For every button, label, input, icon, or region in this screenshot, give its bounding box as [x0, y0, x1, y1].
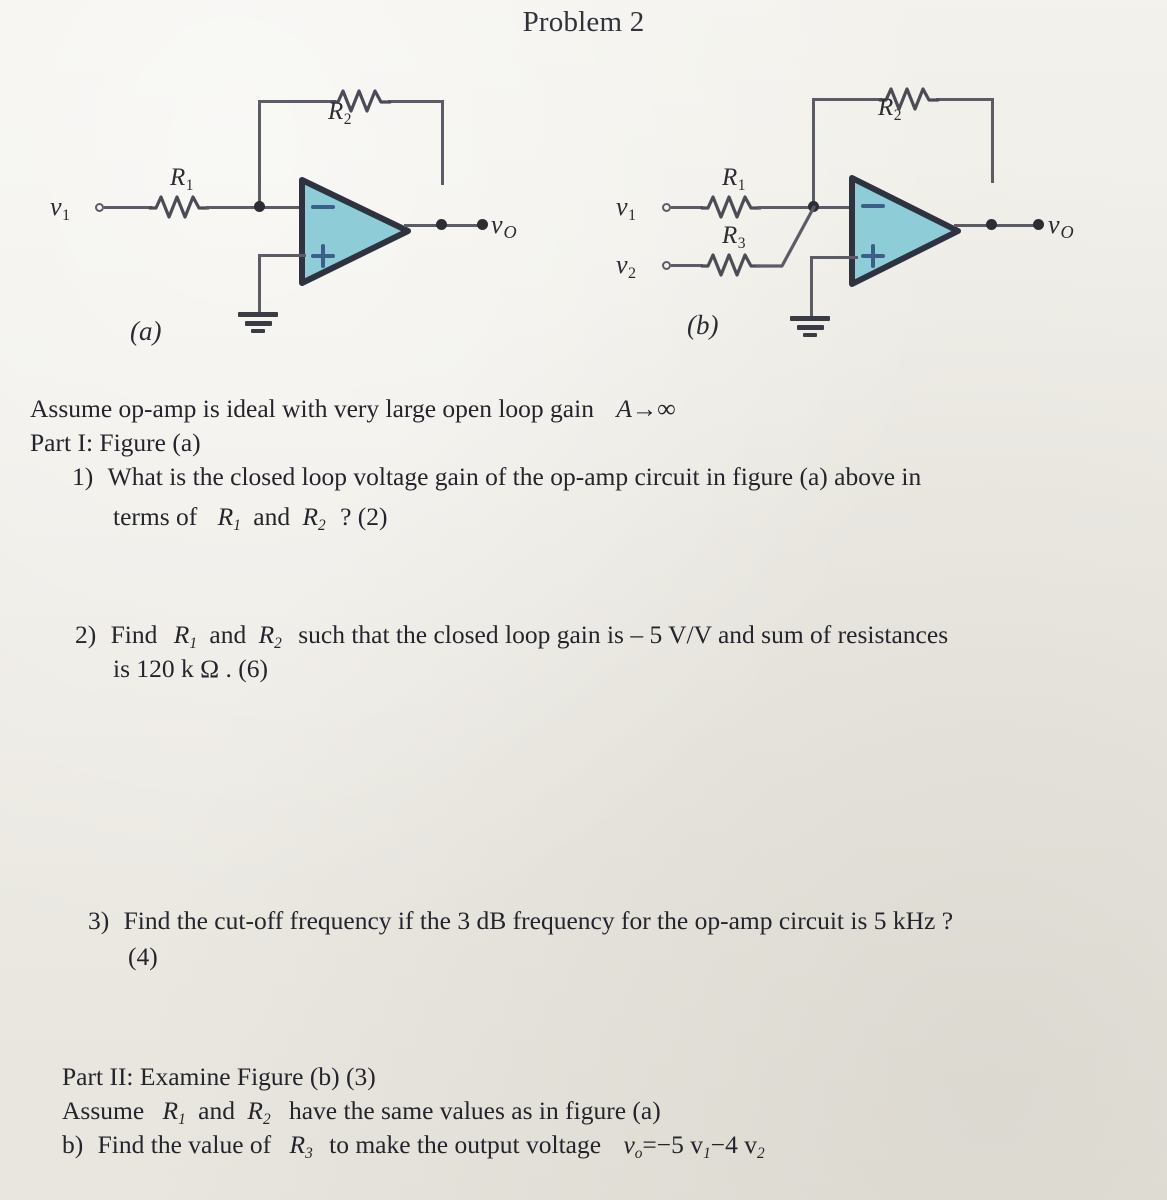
wire-v1-to-r1-b — [671, 206, 703, 209]
text-question-2-line-1: 2) Find R1 and R2 such that the closed l… — [75, 620, 949, 652]
text-assume-opamp-ideal: Assume op-amp is ideal with very large o… — [30, 394, 676, 423]
opamp-symbol-b — [845, 172, 965, 290]
label-vo-output-b: vO — [1048, 210, 1074, 243]
resistor-r3-symbol-b — [700, 253, 762, 277]
terminal-v1-open-circle — [95, 203, 104, 212]
text-question-1-line-2: terms of R1 and R2 ? (2) — [113, 502, 388, 534]
terminal-vo-dot-b — [1033, 219, 1044, 230]
wire-feedback-top-left — [258, 100, 336, 103]
wire-v1-to-r1 — [104, 206, 152, 209]
ground-symbol-b — [790, 316, 830, 341]
heading-part-1: Part I: Figure (a) — [30, 428, 201, 457]
wire-feedback-top-right-b — [936, 98, 994, 101]
label-r2: R2 — [328, 98, 352, 128]
wire-ground-vertical — [258, 254, 261, 314]
text-question-3-line-1: 3) Find the cut-off frequency if the 3 d… — [88, 906, 954, 935]
text-part-2-assume: Assume R1 and R2 have the same values as… — [62, 1096, 661, 1128]
page-title: Problem 2 — [522, 6, 645, 38]
question-2-number: 2) — [75, 620, 97, 649]
wire-feedback-right-vertical — [441, 100, 444, 185]
wire-output-b — [954, 224, 1040, 227]
text-question-3-line-2: (4) — [128, 942, 158, 971]
resistor-r1-symbol — [148, 195, 210, 219]
wire-noninverting-to-ground-h — [258, 254, 306, 257]
label-vo-output-a: vO — [491, 210, 517, 243]
terminal-vo-dot-a — [477, 219, 488, 230]
text-open-loop-gain-limit: A→∞ — [616, 394, 676, 423]
wire-feedback-left-vertical — [258, 100, 261, 202]
heading-part-2: Part II: Examine Figure (b) (3) — [62, 1062, 376, 1091]
wire-feedback-left-vertical-b — [812, 98, 815, 202]
wire-feedback-top-left-b — [812, 98, 882, 101]
figure-b-caption: (b) — [687, 310, 719, 340]
wire-ground-vertical-b — [810, 256, 813, 318]
terminal-v1-open-circle-b — [662, 203, 671, 212]
terminal-v2-open-circle-b — [662, 261, 671, 270]
wire-v2-to-r3-b — [671, 264, 703, 267]
node-output-junction-a — [436, 219, 447, 230]
label-v2-input-b: v2 — [616, 250, 637, 283]
question-1-number: 1) — [72, 462, 94, 491]
label-r1-b: R1 — [722, 164, 746, 194]
text-question-1-line-1: 1) What is the closed loop voltage gain … — [72, 462, 922, 491]
ground-symbol-a — [238, 312, 278, 337]
figure-b-circuit: R2 v1 R1 v2 R3 vO (b) — [580, 40, 1167, 370]
question-b-number: b) — [62, 1130, 84, 1159]
label-r2-b: R2 — [878, 94, 902, 124]
text-question-2-line-2: is 120 k Ω . (6) — [113, 654, 268, 683]
opamp-symbol-a — [295, 174, 415, 289]
text-question-b: b) Find the value of R3 to make the outp… — [62, 1130, 765, 1162]
label-v1-input: v1 — [50, 192, 71, 225]
node-output-junction-b — [986, 219, 997, 230]
figure-a-circuit: R2 v1 R1 vO (a) — [0, 40, 580, 370]
question-3-number: 3) — [88, 906, 110, 935]
node-inverting-junction — [254, 201, 265, 212]
wire-feedback-top-right — [388, 100, 444, 103]
label-r1: R1 — [170, 164, 194, 194]
label-r3-b: R3 — [722, 222, 746, 252]
wire-feedback-right-vertical-b — [991, 98, 994, 183]
resistor-r1-symbol-b — [700, 195, 762, 219]
figure-a-caption: (a) — [130, 316, 162, 346]
wire-noninverting-to-ground-h-b — [810, 256, 858, 259]
label-v1-input-b: v1 — [616, 192, 637, 225]
